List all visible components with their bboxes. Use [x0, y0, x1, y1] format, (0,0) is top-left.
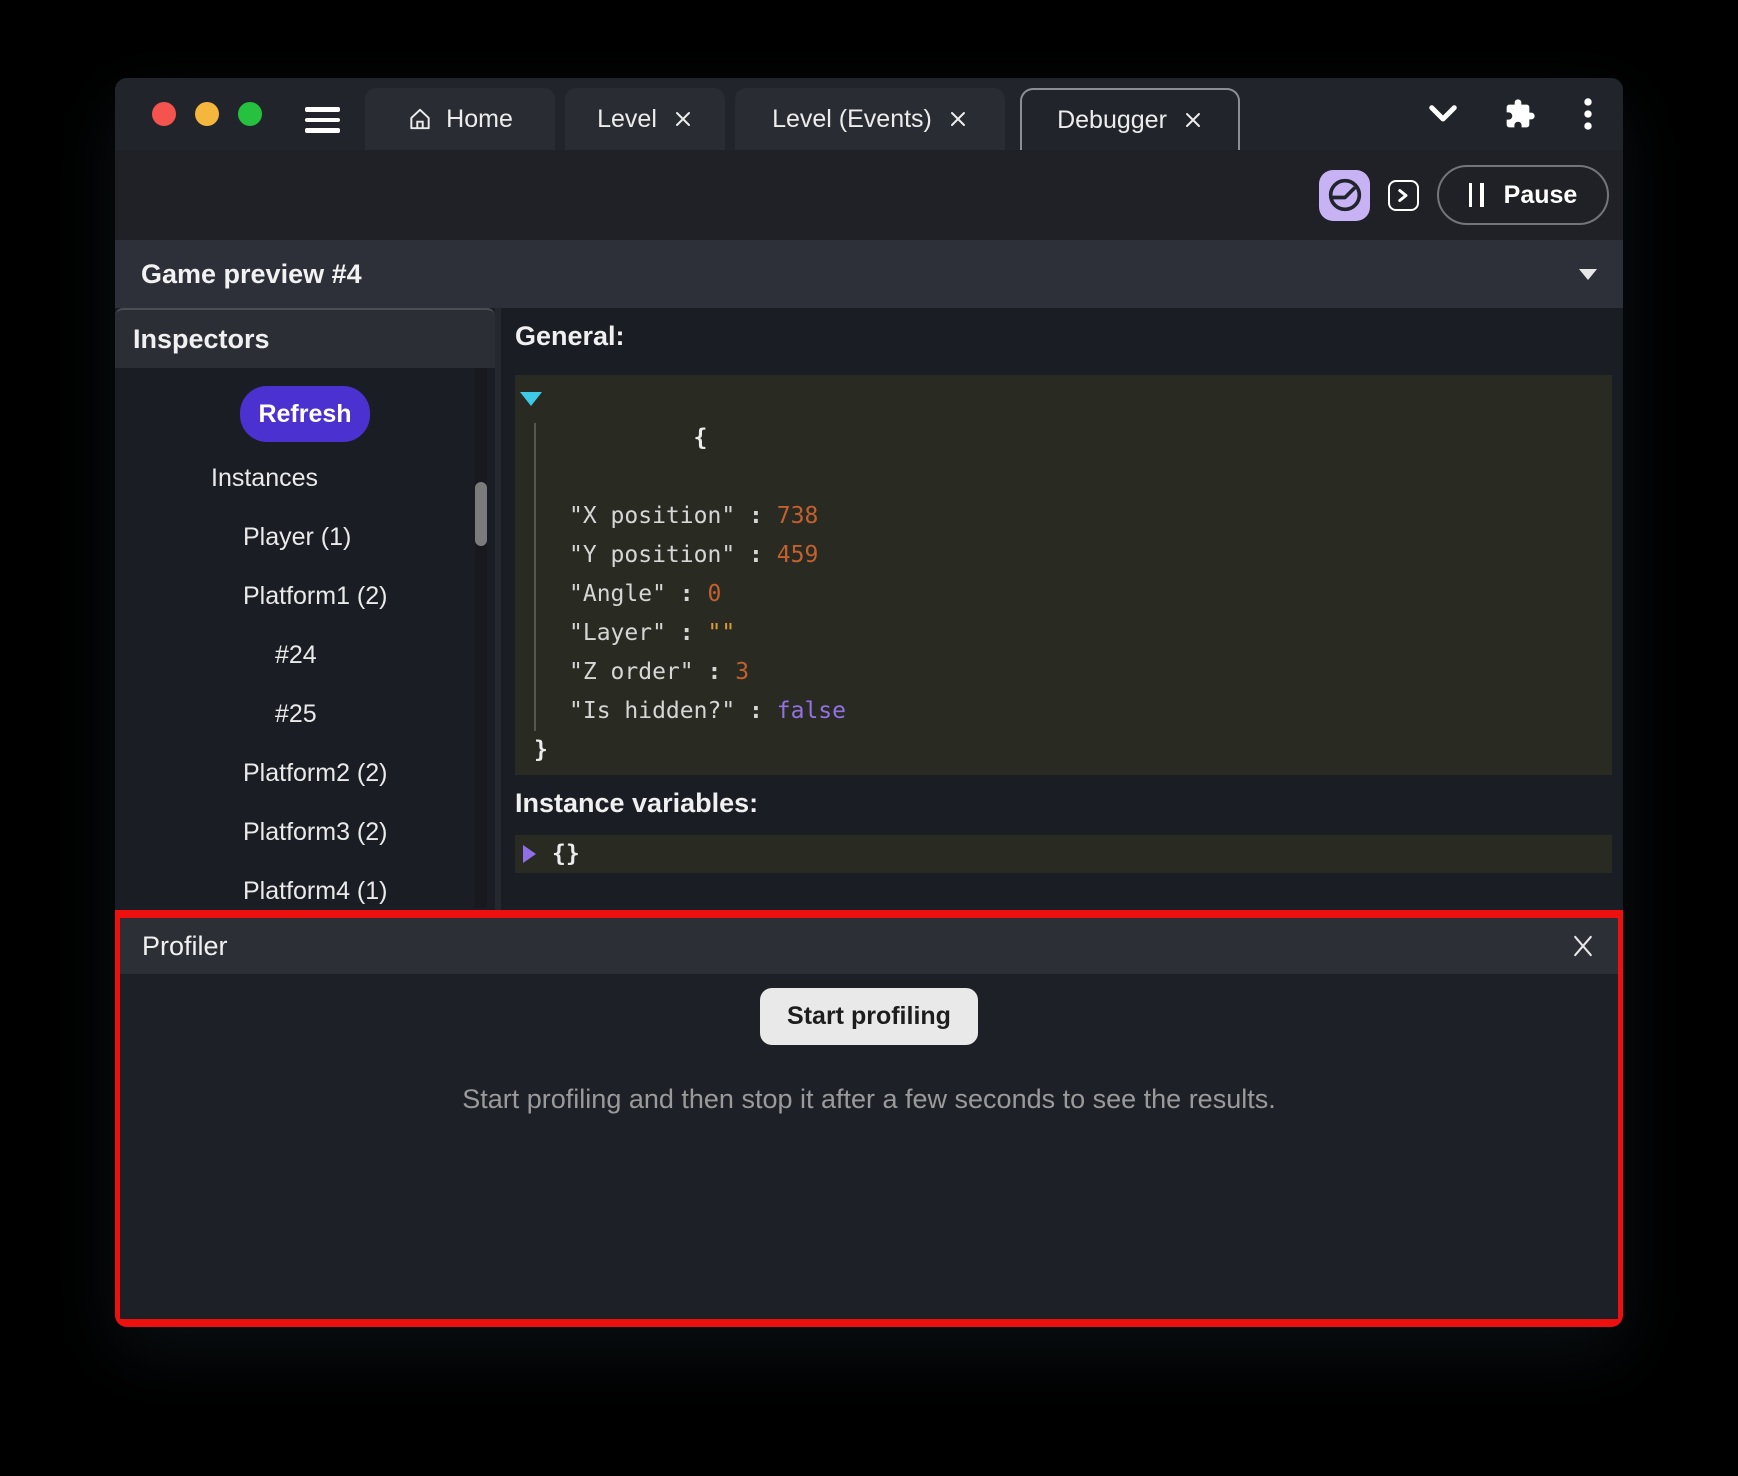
- json-row-layer: "Layer" : "": [529, 614, 1598, 653]
- tree-item-player[interactable]: Player (1): [115, 508, 495, 567]
- tree-item-platform4[interactable]: Platform4 (1): [115, 862, 495, 908]
- kebab-menu-icon[interactable]: [1582, 97, 1594, 131]
- collapse-triangle-icon[interactable]: [520, 392, 542, 406]
- console-icon: [1396, 188, 1411, 203]
- pause-label: Pause: [1504, 181, 1578, 210]
- profiler-body: Start profiling Start profiling and then…: [120, 974, 1618, 1115]
- refresh-button[interactable]: Refresh: [240, 386, 370, 442]
- game-preview-selector[interactable]: Game preview #4: [115, 240, 1623, 308]
- inspector-detail-panel: General: { "X position" : 738 "Y positio…: [501, 308, 1623, 910]
- tab-bar: Home Level Level (Events) Debugger: [365, 88, 1240, 150]
- sidebar-scrollbar-track[interactable]: [475, 368, 487, 908]
- content-area: Inspectors Refresh Instances Player (1) …: [115, 308, 1623, 910]
- chevron-down-icon[interactable]: [1428, 103, 1458, 125]
- profiler-gauge-icon: [1325, 175, 1365, 215]
- profiler-title: Profiler: [142, 931, 228, 962]
- sidebar-scrollbar-thumb[interactable]: [475, 482, 487, 546]
- close-icon: [1570, 933, 1596, 959]
- json-value: 0: [708, 581, 722, 607]
- instance-variables-value: {}: [552, 841, 580, 867]
- inspectors-sidebar: Inspectors Refresh Instances Player (1) …: [115, 308, 495, 910]
- general-json-viewer: { "X position" : 738 "Y position" : 459 …: [515, 375, 1612, 775]
- tab-label: Level (Events): [772, 105, 932, 134]
- tab-home[interactable]: Home: [365, 88, 555, 150]
- close-icon[interactable]: [948, 109, 968, 129]
- tree-item-platform1[interactable]: Platform1 (2): [115, 567, 495, 626]
- json-row-z-order: "Z order" : 3: [529, 653, 1598, 692]
- maximize-window-button[interactable]: [238, 102, 262, 126]
- instances-tree: Instances Player (1) Platform1 (2) #24 #…: [115, 449, 495, 908]
- instance-variables-label: Instance variables:: [515, 787, 1612, 819]
- close-window-button[interactable]: [152, 102, 176, 126]
- tree-item-25[interactable]: #25: [115, 685, 495, 744]
- game-preview-title: Game preview #4: [141, 259, 362, 290]
- inspectors-header: Inspectors: [115, 308, 495, 368]
- titlebar-right-icons: [1428, 78, 1594, 150]
- json-close-line: }: [529, 731, 1598, 770]
- tree-item-platform3[interactable]: Platform3 (2): [115, 803, 495, 862]
- tab-level-events[interactable]: Level (Events): [735, 88, 1005, 150]
- tab-label: Home: [446, 105, 513, 134]
- puzzle-icon[interactable]: [1504, 98, 1536, 130]
- start-profiling-button[interactable]: Start profiling: [760, 988, 978, 1045]
- tab-debugger[interactable]: Debugger: [1020, 88, 1240, 150]
- profiler-panel: Profiler Start profiling Start profiling…: [115, 910, 1623, 1327]
- titlebar: Home Level Level (Events) Debugger: [115, 78, 1623, 150]
- pause-button[interactable]: Pause: [1437, 165, 1609, 225]
- tree-item-instances[interactable]: Instances: [115, 449, 495, 508]
- dropdown-arrow-icon: [1579, 269, 1597, 280]
- json-value: 3: [735, 659, 749, 685]
- inspectors-title: Inspectors: [133, 324, 270, 355]
- json-value: false: [777, 698, 846, 724]
- tab-label: Level: [597, 105, 657, 134]
- close-icon[interactable]: [1183, 110, 1203, 130]
- general-label: General:: [515, 320, 1612, 352]
- traffic-lights: [152, 102, 262, 126]
- json-value: 459: [777, 542, 819, 568]
- debugger-window: Home Level Level (Events) Debugger: [115, 78, 1623, 1327]
- tree-item-platform2[interactable]: Platform2 (2): [115, 744, 495, 803]
- json-value: 738: [777, 503, 819, 529]
- json-row-y-position: "Y position" : 459: [529, 536, 1598, 575]
- instance-variables-viewer: {}: [515, 835, 1612, 873]
- expand-triangle-icon[interactable]: [523, 845, 536, 863]
- home-icon: [407, 106, 433, 132]
- hamburger-menu-icon[interactable]: [305, 107, 340, 133]
- profiler-toggle-button[interactable]: [1319, 170, 1370, 221]
- profiler-header: Profiler: [120, 918, 1618, 974]
- json-row-x-position: "X position" : 738: [529, 497, 1598, 536]
- minimize-window-button[interactable]: [195, 102, 219, 126]
- tree-item-24[interactable]: #24: [115, 626, 495, 685]
- pause-icon: [1469, 183, 1484, 207]
- console-button[interactable]: [1388, 180, 1419, 211]
- close-profiler-button[interactable]: [1570, 933, 1596, 959]
- inspectors-list: Refresh Instances Player (1) Platform1 (…: [115, 368, 495, 908]
- profiler-message: Start profiling and then stop it after a…: [120, 1083, 1618, 1115]
- tab-label: Debugger: [1057, 106, 1167, 135]
- close-icon[interactable]: [673, 109, 693, 129]
- json-value: "": [708, 620, 736, 646]
- debugger-toolbar: Pause: [115, 150, 1623, 240]
- json-row-is-hidden: "Is hidden?" : false: [529, 692, 1598, 731]
- tab-level[interactable]: Level: [565, 88, 725, 150]
- json-row-angle: "Angle" : 0: [529, 575, 1598, 614]
- json-open-line: {: [529, 380, 1598, 497]
